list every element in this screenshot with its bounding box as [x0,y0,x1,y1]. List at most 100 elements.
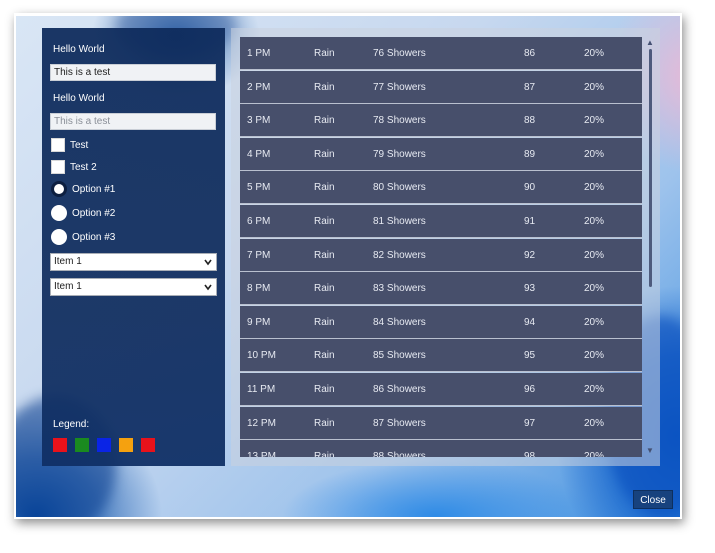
cell-condition: Rain [314,149,335,160]
cell-temperature: 97 [524,418,536,429]
table-row[interactable]: 2 PM Rain 77 Showers 87 20% [240,71,642,104]
legend-swatch [97,438,111,452]
scroll-thumb[interactable] [649,49,652,287]
legend-swatch [141,438,155,452]
cell-time: 12 PM [247,418,276,429]
cell-time: 2 PM [247,82,271,93]
cell-condition: Rain [314,283,335,294]
cell-chance: 20% [584,216,605,227]
legend-swatch [119,438,133,452]
table-row[interactable]: 13 PM Rain 88 Showers 98 20% [240,440,642,457]
hello-world-label-2: Hello World [53,93,105,104]
cell-temperature: 94 [524,317,536,328]
table-row[interactable]: 4 PM Rain 79 Showers 89 20% [240,138,642,171]
table-row[interactable]: 12 PM Rain 87 Showers 97 20% [240,407,642,440]
dropdown-1[interactable]: Item 1 [50,253,217,271]
cell-condition: Rain [314,115,335,126]
cell-description: 80 Showers [373,182,426,193]
cell-time: 7 PM [247,250,271,261]
cell-time: 8 PM [247,283,271,294]
cell-description: 88 Showers [373,451,426,457]
radio-option-1[interactable] [51,181,67,197]
cell-chance: 20% [584,283,605,294]
table-row[interactable]: 5 PM Rain 80 Showers 90 20% [240,171,642,204]
cell-chance: 20% [584,418,605,429]
cell-chance: 20% [584,48,605,59]
legend-swatch [75,438,89,452]
dropdown-2-value: Item 1 [54,281,82,292]
chevron-down-icon [204,284,212,291]
cell-temperature: 90 [524,182,536,193]
cell-chance: 20% [584,317,605,328]
cell-temperature: 95 [524,350,536,361]
cell-condition: Rain [314,250,335,261]
checkbox-test-2-label: Test 2 [70,162,97,173]
scroll-down-icon[interactable]: ▼ [646,446,654,455]
cell-time: 5 PM [247,182,271,193]
table-row[interactable]: 9 PM Rain 84 Showers 94 20% [240,306,642,339]
cell-condition: Rain [314,451,335,457]
cell-temperature: 86 [524,48,536,59]
cell-temperature: 98 [524,451,536,457]
cell-temperature: 92 [524,250,536,261]
cell-time: 4 PM [247,149,271,160]
cell-description: 86 Showers [373,384,426,395]
table-row[interactable]: 11 PM Rain 86 Showers 96 20% [240,373,642,406]
text-input-1[interactable] [50,64,216,81]
radio-option-1-label: Option #1 [72,184,116,195]
radio-option-3[interactable] [51,229,67,245]
cell-chance: 20% [584,350,605,361]
text-input-2[interactable] [50,113,216,130]
checkbox-test[interactable] [51,138,65,152]
cell-condition: Rain [314,182,335,193]
checkbox-test-2[interactable] [51,160,65,174]
legend-label: Legend: [53,419,90,430]
cell-condition: Rain [314,350,335,361]
dropdown-1-value: Item 1 [54,256,82,267]
cell-condition: Rain [314,82,335,93]
cell-chance: 20% [584,250,605,261]
cell-description: 79 Showers [373,149,426,160]
chevron-down-icon [204,259,212,266]
radio-option-2-label: Option #2 [72,208,116,219]
cell-description: 84 Showers [373,317,426,328]
scroll-up-icon[interactable]: ▲ [646,38,654,47]
cell-time: 11 PM [247,384,276,395]
cell-condition: Rain [314,418,335,429]
table-row[interactable]: 6 PM Rain 81 Showers 91 20% [240,205,642,238]
cell-description: 78 Showers [373,115,426,126]
close-button[interactable]: Close [633,490,673,509]
cell-condition: Rain [314,48,335,59]
radio-option-2[interactable] [51,205,67,221]
cell-temperature: 91 [524,216,536,227]
table-row[interactable]: 10 PM Rain 85 Showers 95 20% [240,339,642,372]
cell-description: 82 Showers [373,250,426,261]
cell-temperature: 88 [524,115,536,126]
cell-temperature: 87 [524,82,536,93]
legend-swatch [53,438,67,452]
cell-description: 81 Showers [373,216,426,227]
weather-data-grid[interactable]: 1 PM Rain 76 Showers 86 20% 2 PM Rain 77 Shower… [240,37,642,457]
cell-temperature: 89 [524,149,536,160]
cell-chance: 20% [584,115,605,126]
cell-temperature: 93 [524,283,536,294]
dropdown-2[interactable]: Item 1 [50,278,217,296]
radio-option-3-label: Option #3 [72,232,116,243]
cell-temperature: 96 [524,384,536,395]
cell-description: 77 Showers [373,82,426,93]
cell-chance: 20% [584,149,605,160]
checkbox-test-label: Test [70,140,89,151]
cell-condition: Rain [314,384,335,395]
table-row[interactable]: 1 PM Rain 76 Showers 86 20% [240,37,642,70]
table-row[interactable]: 8 PM Rain 83 Showers 93 20% [240,272,642,305]
cell-chance: 20% [584,182,605,193]
cell-condition: Rain [314,317,335,328]
cell-chance: 20% [584,82,605,93]
cell-description: 76 Showers [373,48,426,59]
table-row[interactable]: 7 PM Rain 82 Showers 92 20% [240,239,642,272]
cell-time: 3 PM [247,115,271,126]
table-row[interactable]: 3 PM Rain 78 Showers 88 20% [240,104,642,137]
cell-time: 10 PM [247,350,276,361]
grid-scrollbar[interactable]: ▲ ▼ [642,37,658,457]
cell-condition: Rain [314,216,335,227]
